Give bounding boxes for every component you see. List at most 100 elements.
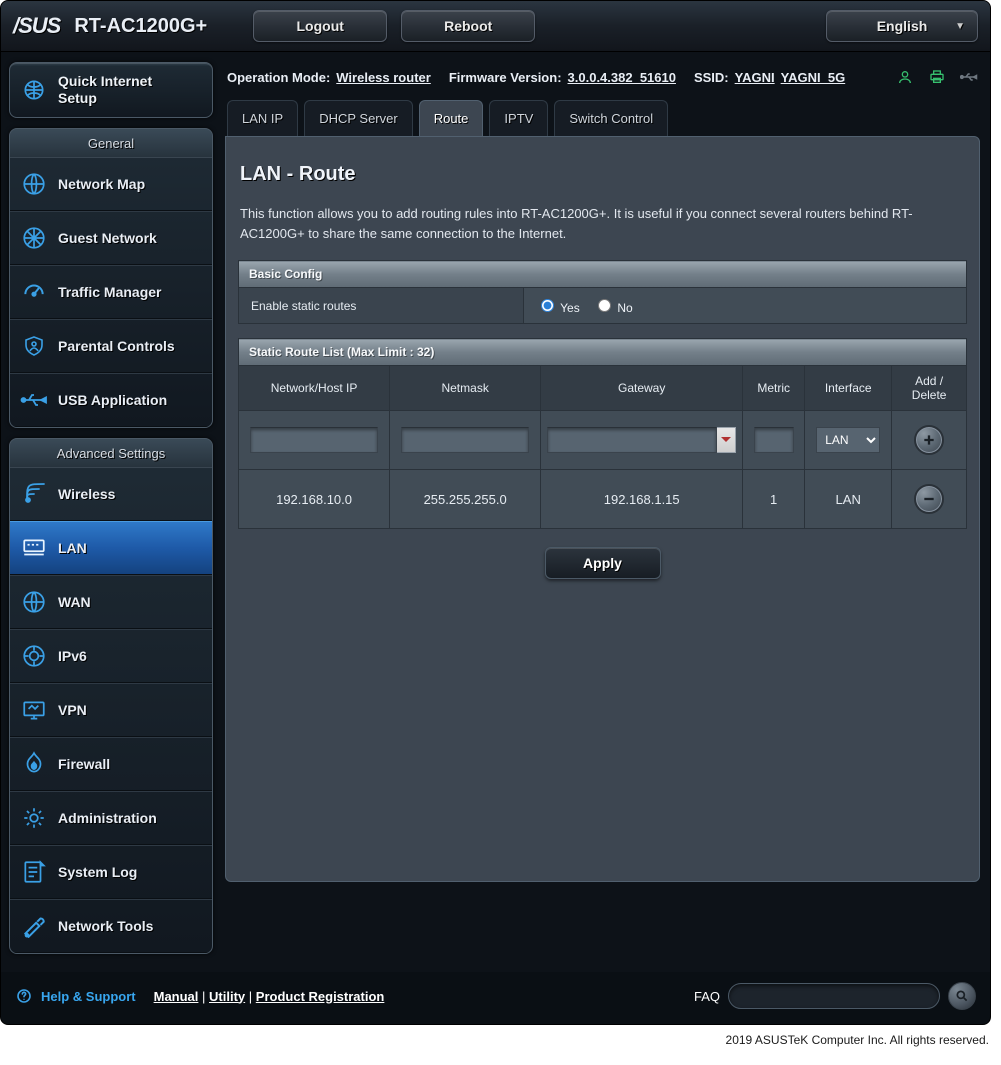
status-line: Operation Mode: Wireless router Firmware… xyxy=(225,62,980,100)
tab-iptv[interactable]: IPTV xyxy=(489,100,548,136)
network-tools-icon xyxy=(20,912,48,940)
page-title: LAN - Route xyxy=(240,163,965,186)
firewall-icon xyxy=(20,750,48,778)
tab-dhcp-server[interactable]: DHCP Server xyxy=(304,100,413,136)
network-input[interactable] xyxy=(250,427,378,453)
printer-status-icon[interactable] xyxy=(928,68,946,86)
netmask-input[interactable] xyxy=(401,427,529,453)
col-interface: Interface xyxy=(805,366,892,411)
fw-value[interactable]: 3.0.0.4.382_51610 xyxy=(568,70,676,85)
sidebar-item-vpn[interactable]: VPN xyxy=(10,683,212,737)
ssid-2g[interactable]: YAGNI xyxy=(735,70,775,85)
interface-select[interactable]: LANWAN xyxy=(816,427,880,453)
basic-config-table: Basic Config Enable static routes Yes No xyxy=(238,260,967,324)
sidebar-item-label: USB Application xyxy=(58,392,167,408)
help-support-label: Help & Support xyxy=(41,989,136,1004)
sidebar-item-usb-application[interactable]: USB Application xyxy=(10,373,212,427)
enable-yes-option[interactable]: Yes xyxy=(536,301,583,315)
qis-label: Quick Internet Setup xyxy=(58,73,152,107)
faq-label: FAQ xyxy=(694,989,720,1004)
cell-interface: LAN xyxy=(805,470,892,529)
sidebar-item-system-log[interactable]: System Log xyxy=(10,845,212,899)
sidebar-item-administration[interactable]: Administration xyxy=(10,791,212,845)
system-log-icon xyxy=(20,858,48,886)
product-registration-link[interactable]: Product Registration xyxy=(256,989,385,1004)
sidebar-item-parental-controls[interactable]: Parental Controls xyxy=(10,319,212,373)
sidebar-item-label: Network Tools xyxy=(58,918,153,934)
gear-globe-icon xyxy=(20,76,48,104)
route-input-row: LANWAN xyxy=(239,411,967,470)
tab-route[interactable]: Route xyxy=(419,100,484,136)
delete-route-button[interactable] xyxy=(914,484,944,514)
gateway-dropdown-icon[interactable] xyxy=(717,427,736,453)
copyright: 2019 ASUSTeK Computer Inc. All rights re… xyxy=(0,1025,1001,1065)
page-desc: This function allows you to add routing … xyxy=(240,204,965,244)
parental-controls-icon xyxy=(20,332,48,360)
administration-icon xyxy=(20,804,48,832)
usb-application-icon xyxy=(20,386,48,414)
sidebar-item-label: LAN xyxy=(58,540,87,556)
ssid-label: SSID: xyxy=(694,70,729,85)
cell-netmask: 255.255.255.0 xyxy=(390,470,541,529)
language-label: English xyxy=(877,18,928,34)
vpn-icon xyxy=(20,696,48,724)
quick-internet-setup[interactable]: Quick Internet Setup xyxy=(9,62,213,118)
guest-status-icon[interactable] xyxy=(896,68,914,86)
logout-button[interactable]: Logout xyxy=(253,10,387,42)
sidebar-item-network-tools[interactable]: Network Tools xyxy=(10,899,212,953)
advanced-panel: Advanced Settings Wireless LAN WAN IPv6 VPN F… xyxy=(9,438,213,954)
op-mode-label: Operation Mode: xyxy=(227,70,330,85)
enable-yes-radio[interactable] xyxy=(541,299,554,312)
wan-icon xyxy=(20,588,48,616)
enable-static-routes-value: Yes No xyxy=(524,288,967,324)
advanced-header: Advanced Settings xyxy=(10,439,212,468)
sidebar-item-label: Network Map xyxy=(58,176,145,192)
route-list-table: Static Route List (Max Limit : 32) Netwo… xyxy=(238,338,967,529)
cell-metric: 1 xyxy=(743,470,805,529)
op-mode-value[interactable]: Wireless router xyxy=(336,70,431,85)
sidebar-item-label: Parental Controls xyxy=(58,338,175,354)
sidebar-item-guest-network[interactable]: Guest Network xyxy=(10,211,212,265)
col-metric: Metric xyxy=(743,366,805,411)
ssid-5g[interactable]: YAGNI_5G xyxy=(781,70,846,85)
search-input[interactable] xyxy=(728,983,940,1009)
tab-lan-ip[interactable]: LAN IP xyxy=(227,100,298,136)
add-route-button[interactable] xyxy=(914,425,944,455)
enable-no-radio[interactable] xyxy=(598,299,611,312)
app-frame: /SUS RT-AC1200G+ Logout Reboot English ▼ xyxy=(0,0,991,1025)
usb-status-icon[interactable] xyxy=(960,68,978,86)
sidebar-item-wan[interactable]: WAN xyxy=(10,575,212,629)
enable-no-option[interactable]: No xyxy=(593,301,633,315)
wireless-icon xyxy=(20,480,48,508)
tab-switch-control[interactable]: Switch Control xyxy=(554,100,668,136)
gateway-input[interactable] xyxy=(547,427,717,453)
language-select[interactable]: English ▼ xyxy=(826,10,978,42)
metric-input[interactable] xyxy=(754,427,794,453)
sidebar-item-firewall[interactable]: Firewall xyxy=(10,737,212,791)
sidebar-item-label: WAN xyxy=(58,594,91,610)
sidebar-item-label: Guest Network xyxy=(58,230,157,246)
sidebar-item-label: Wireless xyxy=(58,486,115,502)
general-header: General xyxy=(10,129,212,158)
reboot-button[interactable]: Reboot xyxy=(401,10,535,42)
content-box: LAN - Route This function allows you to … xyxy=(225,136,980,882)
fw-label: Firmware Version: xyxy=(449,70,562,85)
general-panel: General Network Map Guest Network Traffic … xyxy=(9,128,213,428)
manual-link[interactable]: Manual xyxy=(154,989,199,1004)
cell-network: 192.168.10.0 xyxy=(239,470,390,529)
utility-link[interactable]: Utility xyxy=(209,989,245,1004)
help-icon xyxy=(15,987,33,1005)
chevron-down-icon: ▼ xyxy=(955,21,965,32)
sidebar-item-label: IPv6 xyxy=(58,648,87,664)
route-list-header: Static Route List (Max Limit : 32) xyxy=(239,339,967,366)
sidebar-item-network-map[interactable]: Network Map xyxy=(10,158,212,211)
sidebar-item-traffic-manager[interactable]: Traffic Manager xyxy=(10,265,212,319)
apply-button[interactable]: Apply xyxy=(545,547,661,579)
sidebar-item-wireless[interactable]: Wireless xyxy=(10,468,212,521)
col-gateway: Gateway xyxy=(541,366,743,411)
search-button[interactable] xyxy=(948,982,976,1010)
sidebar-item-ipv6[interactable]: IPv6 xyxy=(10,629,212,683)
sidebar-item-label: VPN xyxy=(58,702,87,718)
sidebar-item-lan[interactable]: LAN xyxy=(10,521,212,575)
main-content: Operation Mode: Wireless router Firmware… xyxy=(221,52,990,972)
